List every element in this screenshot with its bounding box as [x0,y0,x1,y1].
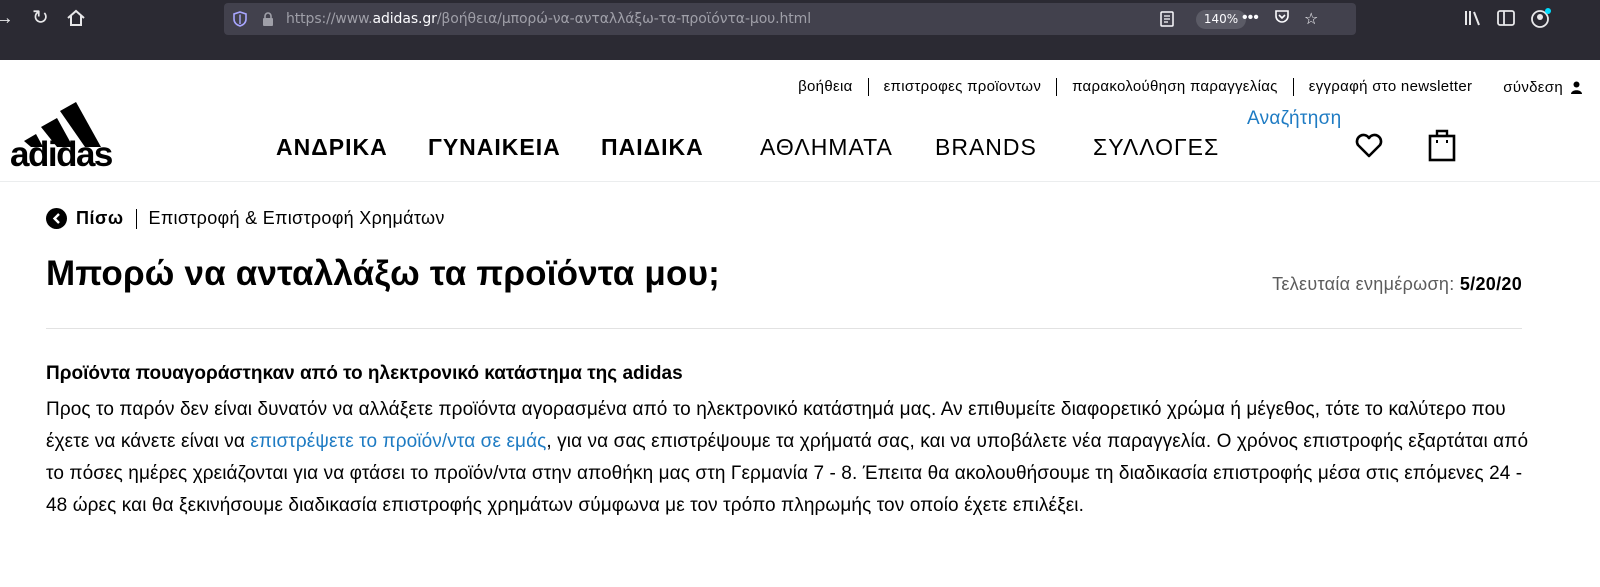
nav-men[interactable]: ΑΝΔΡΙΚΑ [276,134,388,161]
order-tracking-link[interactable]: παρακολούθηση παραγγελίας [1057,78,1294,96]
pocket-icon[interactable] [1274,9,1290,30]
url-text[interactable]: https://www.adidas.gr/βοήθεια/μπορώ-να-α… [286,11,811,27]
home-icon[interactable] [66,8,86,32]
login-label: σύνδεση [1503,78,1563,96]
title-divider [46,328,1522,329]
returns-link[interactable]: επιστροφες προϊοντων [869,78,1058,96]
reader-view-icon[interactable] [1160,11,1174,27]
newsletter-link[interactable]: εγγραφή στο newsletter [1294,78,1488,96]
url-path: /βοήθεια/μπορώ-να-ανταλλάξω-τα-προϊόντα-… [436,11,812,27]
url-domain: adidas.gr [372,11,437,27]
last-updated: Τελευταία ενημέρωση: 5/20/20 [1272,274,1522,295]
tracking-shield-icon[interactable] [233,11,247,27]
utility-nav: βοήθεια επιστροφες προϊοντων παρακολούθη… [783,78,1582,96]
back-arrow-icon[interactable] [46,208,67,229]
reload-icon[interactable]: ↻ [32,8,49,28]
user-icon [1571,81,1582,94]
nav-brands[interactable]: BRANDS [935,134,1037,161]
breadcrumb: Πίσω Επιστροφή & Επιστροφή Χρημάτων [46,208,445,229]
nav-women[interactable]: ΓΥΝΑΙΚΕΙΑ [428,134,561,161]
nav-kids[interactable]: ΠΑΙΔΙΚΑ [601,134,704,161]
account-icon[interactable] [1530,8,1552,34]
browser-toolbar: → ↻ https://www.adidas.gr/βοήθεια/μπορώ-… [0,0,1600,60]
breadcrumb-separator [135,208,137,229]
header-divider [0,181,1600,182]
help-link[interactable]: βοήθεια [783,78,869,96]
last-updated-date: 5/20/20 [1459,274,1522,294]
page-title: Μπορώ να ανταλλάξω τα προϊόντα μου; [46,254,721,293]
breadcrumb-category-link[interactable]: Επιστροφή & Επιστροφή Χρημάτων [149,208,445,229]
bookmark-star-icon[interactable]: ☆ [1304,9,1318,29]
return-product-link[interactable]: επιστρέψετε το προϊόν/ντα σε εμάς [250,431,546,452]
logo-wordmark: adidas [10,135,113,174]
wishlist-heart-icon[interactable] [1354,133,1384,159]
url-prefix: https://www. [286,11,373,27]
more-actions-icon[interactable]: ••• [1242,9,1259,27]
zoom-level-badge[interactable]: 140% [1196,10,1246,29]
search-link[interactable]: Αναζήτηση [1247,108,1341,130]
library-icon[interactable] [1463,8,1483,32]
address-bar[interactable]: https://www.adidas.gr/βοήθεια/μπορώ-να-α… [224,3,1356,35]
login-link[interactable]: σύνδεση [1487,79,1582,96]
last-updated-label: Τελευταία ενημέρωση: [1272,274,1455,294]
nav-sports[interactable]: ΑΘΛΗΜΑΤΑ [760,134,893,161]
lock-icon[interactable] [262,12,274,26]
shopping-bag-icon[interactable] [1428,128,1456,162]
section-title: Προϊόντα πουαγοράστηκαν από το ηλεκτρονι… [46,363,683,384]
nav-collections[interactable]: ΣΥΛΛΟΓΕΣ [1093,134,1219,161]
sidebar-icon[interactable] [1496,8,1516,32]
forward-icon[interactable]: → [0,8,14,28]
article-paragraph: Προς το παρόν δεν είναι δυνατόν να αλλάξ… [46,394,1546,522]
back-link[interactable]: Πίσω [76,208,124,229]
